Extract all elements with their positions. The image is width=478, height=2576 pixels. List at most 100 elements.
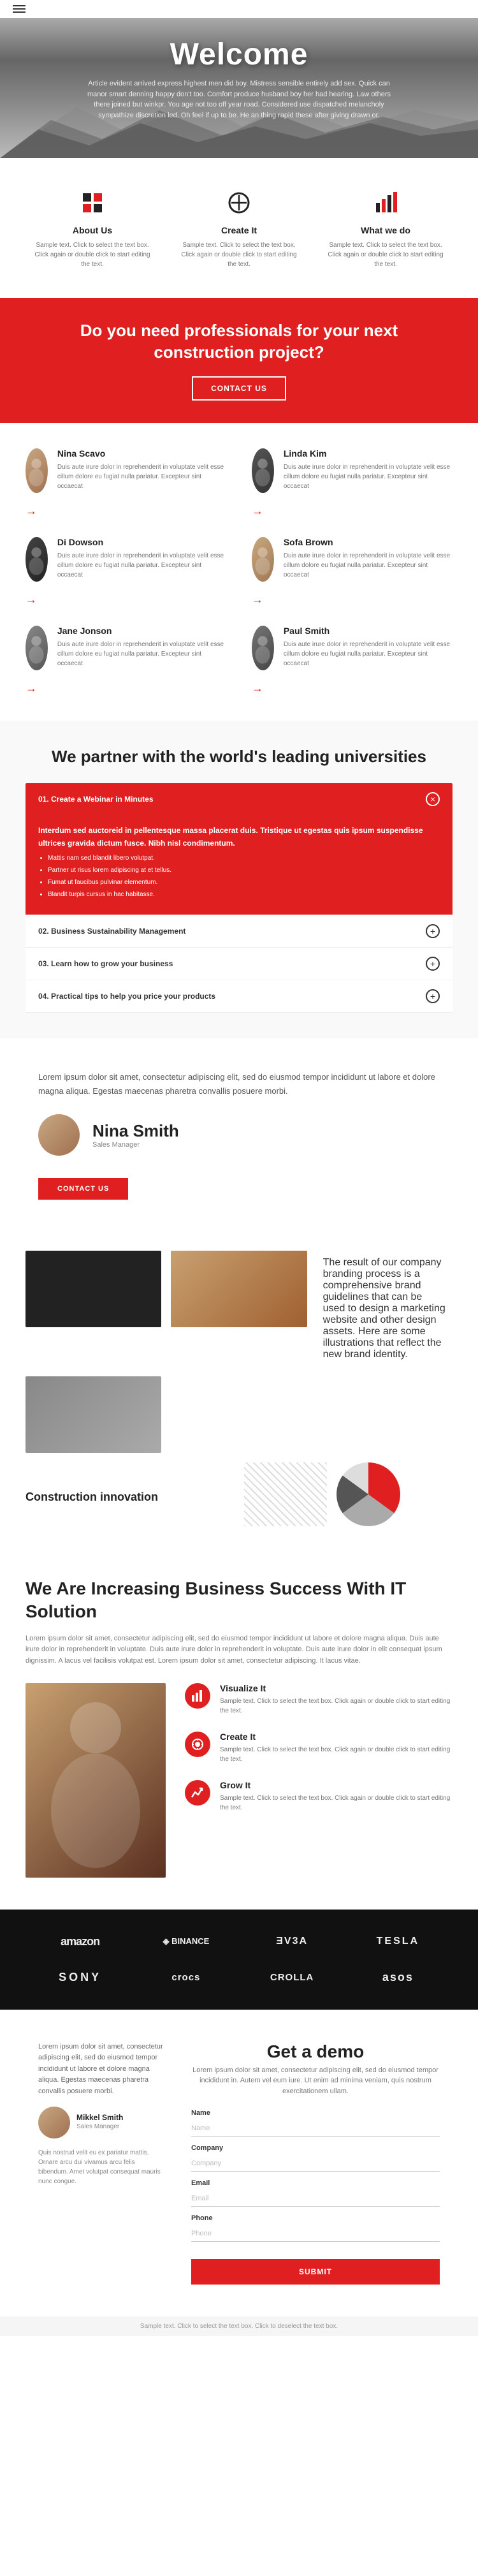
team-name-0: Nina Scavo — [57, 448, 226, 459]
team-info-2: Di Dowson Duis aute irure dolor in repre… — [57, 537, 226, 580]
about-icon-box — [76, 187, 108, 219]
sales-contact-button[interactable]: CONTACT US — [38, 1178, 128, 1200]
team-member-header-1: Linda Kim Duis aute irure dolor in repre… — [252, 448, 453, 493]
accordion-body-title-0: Interdum sed auctoreid in pellentesque m… — [38, 825, 440, 849]
team-member-3: Sofa Brown Duis aute irure dolor in repr… — [252, 537, 453, 607]
create-icon — [226, 190, 252, 216]
gallery-image-0 — [25, 1251, 161, 1327]
demo-right: Get a demo Lorem ipsum dolor sit amet, c… — [191, 2042, 440, 2285]
feature-create-it: Create It Sample text. Click to select t… — [185, 1732, 453, 1764]
team-name-1: Linda Kim — [284, 448, 453, 459]
feature-create-title: Create It — [178, 225, 300, 235]
demo-avatar — [38, 2107, 70, 2138]
gallery-bottom: Construction innovation — [25, 1462, 453, 1526]
team-arrow-2[interactable]: → — [25, 593, 37, 607]
team-member-1: Linda Kim Duis aute irure dolor in repre… — [252, 448, 453, 518]
visualize-icon — [185, 1683, 210, 1709]
accordion-header-0[interactable]: 01. Create a Webinar in Minutes × — [25, 783, 453, 815]
feature-title-0: Visualize It — [220, 1683, 453, 1693]
form-submit-button[interactable]: SUBMIT — [191, 2259, 440, 2285]
university-heading: We partner with the world's leading univ… — [25, 746, 453, 768]
demo-profile: Mikkel Smith Sales Manager — [38, 2107, 166, 2138]
demo-left-text: Lorem ipsum dolor sit amet, consectetur … — [38, 2042, 166, 2098]
gallery-image-1 — [171, 1251, 307, 1327]
avatar-jane-jonson — [25, 626, 48, 670]
team-info-1: Linda Kim Duis aute irure dolor in repre… — [284, 448, 453, 491]
team-arrow-4[interactable]: → — [25, 682, 37, 695]
accordion-bullet-0-0: Mattis nam sed blandit libero volutpat. — [48, 853, 440, 864]
team-member-header-5: Paul Smith Duis aute irure dolor in repr… — [252, 626, 453, 670]
feature-about: About Us Sample text. Click to select th… — [25, 177, 159, 279]
avatar-paul-smith — [252, 626, 274, 670]
team-desc-0: Duis aute irure dolor in reprehenderit i… — [57, 462, 226, 491]
accordion-bullet-0-2: Fumat ut faucibus pulvinar elementum. — [48, 878, 440, 888]
avatar-linda-kim — [252, 448, 274, 493]
form-company-input[interactable] — [191, 2154, 440, 2172]
accordion-label-1: 02. Business Sustainability Management — [38, 927, 185, 936]
team-member-header-2: Di Dowson Duis aute irure dolor in repre… — [25, 537, 226, 582]
gallery-bottom-images — [244, 1462, 453, 1526]
growth-arrow-icon — [191, 1786, 205, 1800]
feature-desc-0: Sample text. Click to select the text bo… — [220, 1696, 453, 1716]
feature-what-desc: Sample text. Click to select the text bo… — [325, 240, 446, 269]
team-arrow-3[interactable]: → — [252, 593, 263, 607]
team-member-2: Di Dowson Duis aute irure dolor in repre… — [25, 537, 226, 607]
team-desc-2: Duis aute irure dolor in reprehenderit i… — [57, 551, 226, 580]
team-arrow-5[interactable]: → — [252, 682, 263, 695]
feature-about-desc: Sample text. Click to select the text bo… — [32, 240, 153, 269]
form-name-group: Name — [191, 2109, 440, 2137]
team-name-4: Jane Jonson — [57, 626, 226, 636]
feature-what-title: What we do — [325, 225, 446, 235]
accordion-item-0: 01. Create a Webinar in Minutes × Interd… — [25, 783, 453, 915]
demo-manager-title: Sales Manager — [76, 2122, 123, 2132]
form-email-input[interactable] — [191, 2190, 440, 2207]
accordion-header-3[interactable]: 04. Practical tips to help you price you… — [25, 980, 453, 1012]
demo-profile-info: Mikkel Smith Sales Manager — [76, 2113, 123, 2132]
business-image — [25, 1683, 166, 1878]
accordion-label-0: 01. Create a Webinar in Minutes — [38, 795, 154, 804]
demo-heading: Get a demo — [191, 2042, 440, 2062]
accordion-header-1[interactable]: 02. Business Sustainability Management + — [25, 915, 453, 947]
accordion-label-3: 04. Practical tips to help you price you… — [38, 992, 215, 1001]
chart-bars-icon — [191, 1689, 205, 1703]
team-name-3: Sofa Brown — [284, 537, 453, 547]
team-arrow-1[interactable]: → — [252, 504, 263, 518]
avatar-figure — [25, 630, 48, 665]
form-phone-input[interactable] — [191, 2225, 440, 2242]
team-arrow-0[interactable]: → — [25, 504, 37, 518]
logo-binance: ◈ BINANCE — [138, 1930, 234, 1953]
demo-layout: Lorem ipsum dolor sit amet, consectetur … — [38, 2042, 440, 2285]
feature-text-grow: Grow It Sample text. Click to select the… — [220, 1780, 453, 1813]
create-icon-box — [223, 187, 255, 219]
team-desc-4: Duis aute irure dolor in reprehenderit i… — [57, 640, 226, 668]
form-phone-label: Phone — [191, 2214, 440, 2222]
team-member-0: Nina Scavo Duis aute irure dolor in repr… — [25, 448, 226, 518]
logo-crocs: crocs — [138, 1966, 234, 1989]
accordion-item-3: 04. Practical tips to help you price you… — [25, 980, 453, 1013]
what-icon — [373, 190, 398, 216]
team-member-header-3: Sofa Brown Duis aute irure dolor in repr… — [252, 537, 453, 582]
feature-visualize: Visualize It Sample text. Click to selec… — [185, 1683, 453, 1716]
avatar-di-dowson — [25, 537, 48, 582]
logos-grid: amazon ◈ BINANCE ƎV3A TESLA SONY crocs C… — [32, 1929, 446, 1991]
about-icon — [80, 190, 105, 216]
accordion-item-2: 03. Learn how to grow your business + — [25, 948, 453, 980]
accordion-bullet-0-1: Partner ut risus lorem adipiscing at et … — [48, 865, 440, 876]
team-member-4: Jane Jonson Duis aute irure dolor in rep… — [25, 626, 226, 695]
footer-note: Sample text. Click to select the text bo… — [0, 2316, 478, 2336]
accordion-body-0: Interdum sed auctoreid in pellentesque m… — [25, 815, 453, 914]
feature-create-desc: Sample text. Click to select the text bo… — [178, 240, 300, 269]
accordion-icon-0: × — [426, 792, 440, 806]
avatar-figure — [25, 541, 48, 577]
form-company-group: Company — [191, 2144, 440, 2172]
hamburger-menu[interactable] — [13, 5, 25, 13]
form-name-input[interactable] — [191, 2119, 440, 2137]
logo-amazon: amazon — [32, 1929, 128, 1955]
sales-body-text: Lorem ipsum dolor sit amet, consectetur … — [38, 1070, 440, 1098]
avatar-figure — [252, 541, 274, 577]
cta-contact-button[interactable]: CONTACT US — [192, 376, 286, 401]
avatar-sofa-brown — [252, 537, 274, 582]
accordion-header-2[interactable]: 03. Learn how to grow your business + — [25, 948, 453, 980]
avatar-nina-scavo — [25, 448, 48, 493]
cta-heading: Do you need professionals for your next … — [38, 320, 440, 364]
